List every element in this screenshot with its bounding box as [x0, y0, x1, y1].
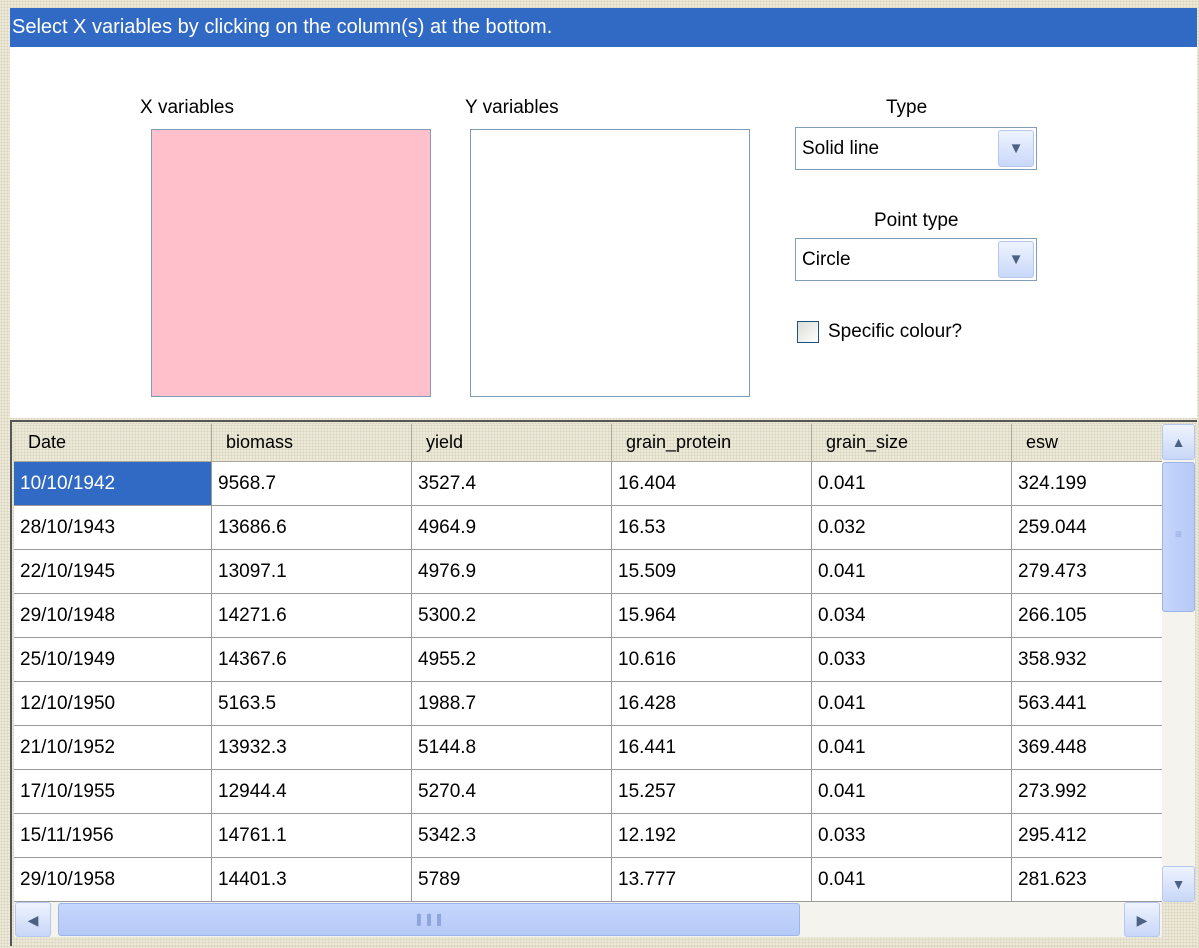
table-cell[interactable]: 14271.6	[212, 594, 412, 638]
x-variables-list[interactable]	[151, 129, 431, 397]
column-header-biomass[interactable]: biomass	[212, 424, 412, 462]
table-cell[interactable]: 10/10/1942	[14, 462, 212, 506]
table-cell[interactable]: 266.105	[1012, 594, 1164, 638]
table-cell[interactable]: 273.992	[1012, 770, 1164, 814]
horizontal-scrollbar[interactable]: ◀ ❚❚❚ ▶	[14, 902, 1162, 937]
column-header-grain-size[interactable]: grain_size	[812, 424, 1012, 462]
table-cell[interactable]: 5270.4	[412, 770, 612, 814]
point-type-dropdown-value: Circle	[802, 249, 851, 270]
table-cell[interactable]: 4955.2	[412, 638, 612, 682]
table-cell[interactable]: 1988.7	[412, 682, 612, 726]
table-cell[interactable]: 16.428	[612, 682, 812, 726]
specific-colour-label: Specific colour?	[828, 321, 963, 342]
table-cell[interactable]: 0.033	[812, 814, 1012, 858]
table-cell[interactable]: 0.033	[812, 638, 1012, 682]
scroll-up-button[interactable]: ▲	[1162, 424, 1195, 460]
table-cell[interactable]: 14367.6	[212, 638, 412, 682]
chevron-down-icon[interactable]: ▼	[998, 241, 1034, 278]
table-cell[interactable]: 13932.3	[212, 726, 412, 770]
table-cell[interactable]: 25/10/1949	[14, 638, 212, 682]
scroll-down-button[interactable]: ▼	[1162, 866, 1195, 902]
table-cell[interactable]: 295.412	[1012, 814, 1164, 858]
table-cell[interactable]: 13.777	[612, 858, 812, 902]
scroll-left-button[interactable]: ◀	[15, 902, 51, 937]
table-cell[interactable]: 0.041	[812, 550, 1012, 594]
horizontal-scroll-thumb[interactable]: ❚❚❚	[58, 903, 800, 936]
table-cell[interactable]: 5789	[412, 858, 612, 902]
table-cell[interactable]: 14761.1	[212, 814, 412, 858]
table-cell[interactable]: 16.404	[612, 462, 812, 506]
table-cell[interactable]: 5300.2	[412, 594, 612, 638]
instruction-bar: Select X variables by clicking on the co…	[10, 8, 1197, 47]
data-grid: Date biomass yield grain_protein grain_size e…	[10, 420, 1197, 946]
table-cell[interactable]: 0.032	[812, 506, 1012, 550]
y-variables-label: Y variables	[465, 97, 559, 118]
table-cell[interactable]: 22/10/1945	[14, 550, 212, 594]
specific-colour-checkbox[interactable]	[797, 321, 819, 343]
table-cell[interactable]: 21/10/1952	[14, 726, 212, 770]
series-settings-panel: Select X variables by clicking on the co…	[10, 8, 1197, 418]
table-cell[interactable]: 5163.5	[212, 682, 412, 726]
column-header-grain-protein[interactable]: grain_protein	[612, 424, 812, 462]
chevron-down-icon[interactable]: ▼	[998, 130, 1034, 167]
grip-icon: ≡	[1174, 527, 1182, 541]
table-cell[interactable]: 15/11/1956	[14, 814, 212, 858]
graph-settings-window: Select X variables by clicking on the co…	[0, 0, 1199, 948]
table-cell[interactable]: 259.044	[1012, 506, 1164, 550]
table-cell[interactable]: 0.041	[812, 858, 1012, 902]
table-cell[interactable]: 17/10/1955	[14, 770, 212, 814]
y-variables-list[interactable]	[470, 129, 750, 397]
table-cell[interactable]: 324.199	[1012, 462, 1164, 506]
table-cell[interactable]: 9568.7	[212, 462, 412, 506]
table-cell[interactable]: 15.257	[612, 770, 812, 814]
table-cell[interactable]: 13097.1	[212, 550, 412, 594]
table-cell[interactable]: 0.034	[812, 594, 1012, 638]
table-cell[interactable]: 16.441	[612, 726, 812, 770]
table-cell[interactable]: 4964.9	[412, 506, 612, 550]
table-cell[interactable]: 3527.4	[412, 462, 612, 506]
table-cell[interactable]: 12944.4	[212, 770, 412, 814]
table-cell[interactable]: 358.932	[1012, 638, 1164, 682]
column-header-yield[interactable]: yield	[412, 424, 612, 462]
table-cell[interactable]: 13686.6	[212, 506, 412, 550]
table-cell[interactable]: 0.041	[812, 682, 1012, 726]
type-label: Type	[886, 97, 928, 118]
table-cell[interactable]: 369.448	[1012, 726, 1164, 770]
type-dropdown[interactable]: Solid line ▼	[795, 127, 1037, 170]
vertical-scroll-thumb[interactable]: ≡	[1162, 462, 1195, 612]
table-cell[interactable]: 29/10/1958	[14, 858, 212, 902]
type-dropdown-value: Solid line	[802, 138, 880, 159]
table-cell[interactable]: 563.441	[1012, 682, 1164, 726]
table-cell[interactable]: 5144.8	[412, 726, 612, 770]
grip-icon: ❚❚❚	[413, 912, 445, 926]
table-cell[interactable]: 4976.9	[412, 550, 612, 594]
table-cell[interactable]: 14401.3	[212, 858, 412, 902]
table-cell[interactable]: 0.041	[812, 462, 1012, 506]
point-type-label: Point type	[874, 210, 959, 231]
table-cell[interactable]: 281.623	[1012, 858, 1164, 902]
table-cell[interactable]: 5342.3	[412, 814, 612, 858]
table-cell[interactable]: 15.964	[612, 594, 812, 638]
table-cell[interactable]: 10.616	[612, 638, 812, 682]
table-cell[interactable]: 279.473	[1012, 550, 1164, 594]
table-cell[interactable]: 15.509	[612, 550, 812, 594]
table-cell[interactable]: 12/10/1950	[14, 682, 212, 726]
table-cell[interactable]: 12.192	[612, 814, 812, 858]
vertical-scrollbar[interactable]: ▲ ≡ ▼	[1162, 424, 1195, 902]
table-cell[interactable]: 0.041	[812, 770, 1012, 814]
point-type-dropdown[interactable]: Circle ▼	[795, 238, 1037, 281]
table-cell[interactable]: 16.53	[612, 506, 812, 550]
column-header-esw[interactable]: esw	[1012, 424, 1164, 462]
scroll-right-button[interactable]: ▶	[1124, 902, 1160, 937]
column-header-date[interactable]: Date	[14, 424, 212, 462]
table-cell[interactable]: 0.041	[812, 726, 1012, 770]
table-cell[interactable]: 28/10/1943	[14, 506, 212, 550]
x-variables-label: X variables	[140, 97, 234, 118]
table-cell[interactable]: 29/10/1948	[14, 594, 212, 638]
